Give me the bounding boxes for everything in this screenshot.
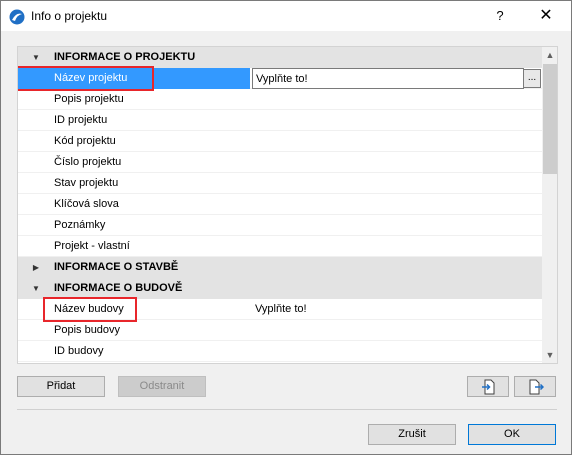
field-value[interactable] [252,152,524,173]
tree-row-popis-budovy[interactable]: Popis budovy [18,320,542,341]
help-button[interactable]: ? [487,5,513,27]
group-label: INFORMACE O PROJEKTU [54,51,196,63]
group-label: INFORMACE O BUDOVĚ [54,282,183,294]
remove-button[interactable]: Odstranit [118,376,206,397]
footer-divider [17,409,557,410]
field-value[interactable] [252,236,524,257]
group-label: INFORMACE O STAVBĚ [54,261,179,273]
tree-row-id-budovy[interactable]: ID budovy [18,341,542,362]
browse-button[interactable]: ... [523,69,541,88]
highlight-box-nazev-projektu [18,66,154,91]
export-button[interactable] [514,376,556,397]
group-informace-o-stavbe[interactable]: ▶ INFORMACE O STAVBĚ [18,257,542,278]
field-name: Klíčová slova [54,198,119,210]
tree-row-klicova-slova[interactable]: Klíčová slova [18,194,542,215]
tree-row-stav-projektu[interactable]: Stav projektu [18,173,542,194]
field-name: Popis budovy [54,324,121,336]
highlight-box-nazev-budovy [43,297,137,322]
field-name: Kód projektu [54,135,116,147]
tree-row-projekt-vlastni[interactable]: Projekt - vlastní [18,236,542,257]
field-value[interactable] [252,215,524,236]
info-o-projektu-dialog: Info o projektu ? ✕ ▼ INFORMACE O PROJEK… [0,0,572,455]
window-title: Info o projektu [31,9,108,23]
field-value[interactable] [252,173,524,194]
scroll-down-arrow-icon[interactable]: ▼ [542,347,557,363]
collapse-arrow-icon[interactable]: ▼ [30,47,42,68]
scroll-thumb[interactable] [543,64,557,174]
export-file-icon [529,379,544,395]
field-name: ID budovy [54,345,104,357]
group-informace-o-budove[interactable]: ▼ INFORMACE O BUDOVĚ [18,278,542,299]
field-name: Číslo projektu [54,156,122,168]
field-name: Poznámky [54,219,106,231]
field-value[interactable] [252,110,524,131]
field-value[interactable] [252,89,524,110]
field-value[interactable]: Vyplňte to! [252,299,524,320]
field-value[interactable] [252,131,524,152]
field-value-input[interactable]: Vyplňte to! [252,68,524,89]
vertical-scrollbar[interactable]: ▲ ▼ [542,47,557,363]
project-info-tree: ▼ INFORMACE O PROJEKTU Název projektu Vy… [17,46,558,364]
field-name: Projekt - vlastní [54,240,130,252]
close-button[interactable]: ✕ [529,5,563,27]
cancel-button[interactable]: Zrušit [368,424,456,445]
field-value[interactable] [252,194,524,215]
group-informace-o-projektu[interactable]: ▼ INFORMACE O PROJEKTU [18,47,542,68]
field-value[interactable] [252,341,524,362]
tree-row-cislo-projektu[interactable]: Číslo projektu [18,152,542,173]
tree-row-kod-projektu[interactable]: Kód projektu [18,131,542,152]
tree-row-id-projektu[interactable]: ID projektu [18,110,542,131]
tree-row-poznamky[interactable]: Poznámky [18,215,542,236]
archicad-app-icon [9,9,25,25]
tree-row-popis-projektu[interactable]: Popis projektu [18,89,542,110]
field-name: Stav projektu [54,177,119,189]
ok-button[interactable]: OK [468,424,556,445]
field-name: ID projektu [54,114,108,126]
field-name: Popis projektu [54,93,124,105]
title-bar: Info o projektu ? ✕ [1,1,571,31]
field-value[interactable] [252,320,524,341]
collapse-arrow-icon[interactable]: ▼ [30,278,42,299]
import-file-icon [482,379,495,395]
expand-arrow-icon[interactable]: ▶ [30,257,42,278]
import-button[interactable] [467,376,509,397]
add-button[interactable]: Přidat [17,376,105,397]
scroll-up-arrow-icon[interactable]: ▲ [542,47,557,63]
